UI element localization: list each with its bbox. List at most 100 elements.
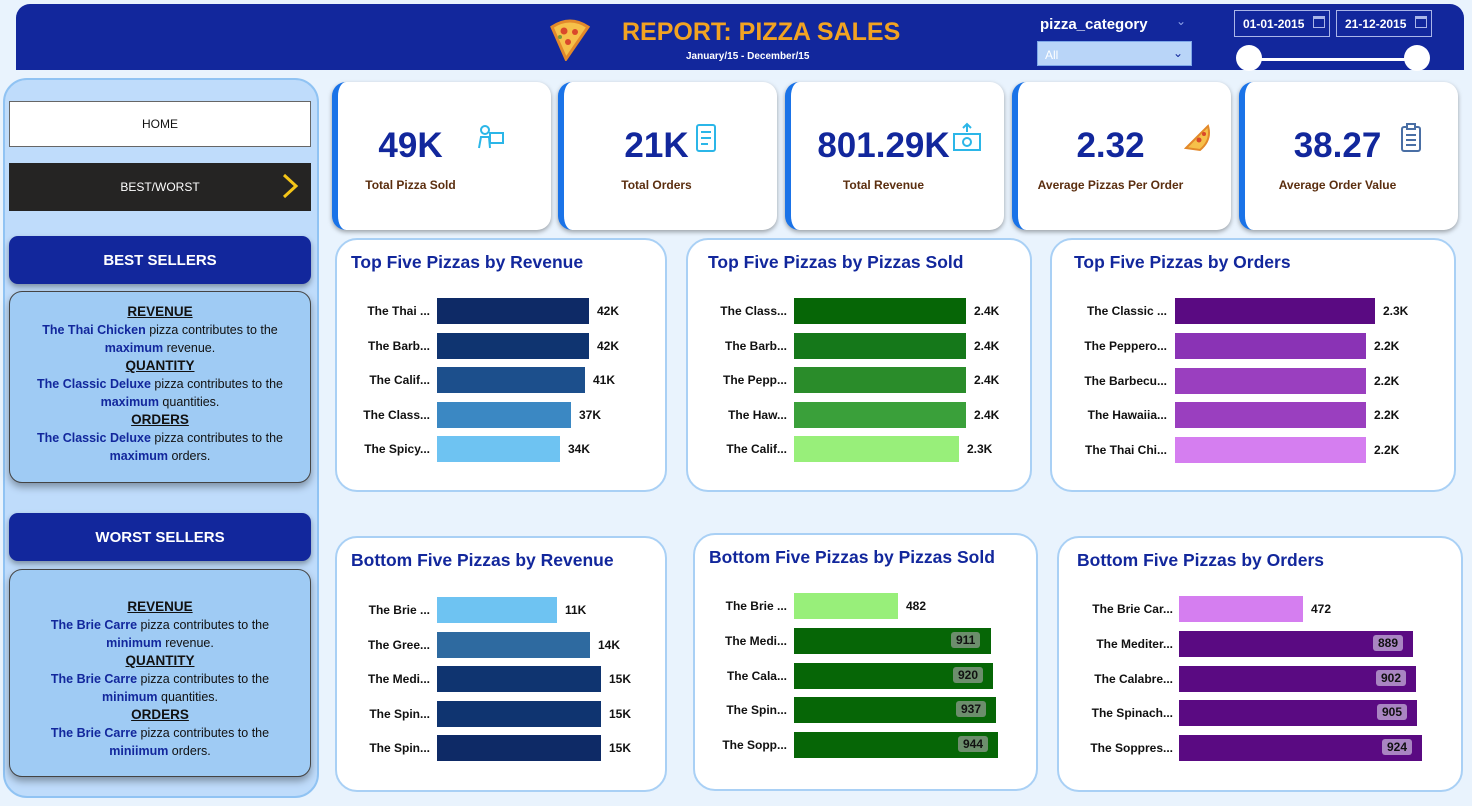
bar-value-label: 2.2K — [1374, 374, 1400, 388]
bar[interactable] — [794, 333, 966, 359]
kpi-card-average-pizzas-per-order: 2.32 Average Pizzas Per Order — [1012, 82, 1231, 230]
bar[interactable] — [437, 402, 571, 428]
revenue-heading: REVENUE — [127, 304, 193, 319]
bar[interactable] — [794, 402, 966, 428]
bar-value-label: 2.2K — [1374, 339, 1400, 353]
bar[interactable] — [794, 436, 959, 462]
bar[interactable] — [1175, 298, 1375, 324]
bar[interactable] — [794, 298, 966, 324]
best-sellers-summary: REVENUE The Thai Chicken pizza contribut… — [9, 291, 311, 483]
bar-category-label: The Brie Car... — [1092, 602, 1173, 616]
report-title: REPORT: PIZZA SALES — [622, 18, 901, 46]
bar-value-label: 2.4K — [974, 339, 1000, 353]
bar[interactable] — [1175, 402, 1366, 428]
bar[interactable] — [437, 367, 585, 393]
best-worst-button[interactable]: BEST/WORST — [9, 163, 311, 211]
bar-value-label: 34K — [568, 442, 591, 456]
pizza-name: The Classic Deluxe — [37, 431, 151, 445]
bar-category-label: The Haw... — [728, 408, 787, 422]
bar-value-label: 944 — [958, 736, 989, 752]
quantity-heading: QUANTITY — [125, 653, 195, 668]
bar-category-label: The Calif... — [726, 442, 787, 456]
kpi-card-total-revenue: 801.29K Total Revenue — [785, 82, 1004, 230]
bar-value-label: 14K — [598, 638, 621, 652]
kpi-label: Average Pizzas Per Order — [1037, 178, 1184, 192]
bar-value-label: 889 — [1373, 635, 1404, 651]
slider-end-handle[interactable] — [1404, 45, 1430, 71]
category-filter-label: pizza_category — [1040, 16, 1148, 33]
bar[interactable] — [794, 367, 966, 393]
calendar-icon[interactable] — [1415, 16, 1427, 28]
orders-heading: ORDERS — [131, 412, 189, 427]
bar[interactable] — [1175, 437, 1366, 463]
bar[interactable] — [437, 333, 589, 359]
pizza-icon — [550, 19, 591, 61]
kpi-label: Average Order Value — [1278, 178, 1397, 192]
worst-sellers-button[interactable]: WORST SELLERS — [9, 513, 311, 561]
bar-category-label: The Spin... — [726, 703, 787, 717]
start-date-value: 01-01-2015 — [1243, 17, 1305, 31]
text: quantities. — [157, 690, 219, 704]
start-date-input[interactable]: 01-01-2015 — [1234, 10, 1330, 37]
kpi-card-average-order-value: 38.27 Average Order Value — [1239, 82, 1458, 230]
bar-category-label: The Brie ... — [725, 599, 787, 613]
home-button[interactable]: HOME — [9, 101, 311, 147]
best-worst-label: BEST/WORST — [120, 180, 200, 194]
calendar-icon[interactable] — [1313, 16, 1325, 28]
end-date-input[interactable]: 21-12-2015 — [1336, 10, 1432, 37]
chart-title: Bottom Five Pizzas by Orders — [1077, 550, 1325, 570]
bar[interactable] — [437, 436, 560, 462]
bar-category-label: The Cala... — [726, 669, 787, 683]
bar-value-label: 2.2K — [1374, 408, 1400, 422]
clipboard-icon — [1401, 123, 1421, 152]
bar[interactable] — [1175, 333, 1366, 359]
keyword: miniimum — [109, 744, 169, 758]
bar-category-label: The Gree... — [367, 638, 430, 652]
pizza-slice-icon — [1183, 124, 1210, 152]
quantity-heading: QUANTITY — [125, 358, 195, 373]
bar[interactable] — [437, 735, 601, 761]
text: pizza contributes to the — [150, 431, 283, 445]
quantity-text: The Brie Carre pizza contributes to the … — [10, 670, 310, 706]
bar[interactable] — [1179, 596, 1303, 622]
bar-category-label: The Barbecu... — [1084, 374, 1167, 388]
category-select[interactable]: All ⌄ — [1037, 41, 1192, 66]
pizza-name: The Brie Carre — [50, 672, 138, 686]
bar[interactable] — [437, 298, 589, 324]
quantity-text: The Classic Deluxe pizza contributes to … — [10, 375, 310, 411]
bar-category-label: The Spinach... — [1091, 706, 1173, 720]
text: revenue. — [161, 636, 214, 650]
chart-title: Top Five Pizzas by Orders — [1074, 252, 1291, 272]
text: quantities. — [158, 395, 220, 409]
bar-value-label: 15K — [609, 707, 632, 721]
chart-title: Top Five Pizzas by Pizzas Sold — [708, 252, 964, 272]
bar-category-label: The Calif... — [369, 373, 430, 387]
bar-value-label: 41K — [593, 373, 616, 387]
revenue-heading: REVENUE — [127, 599, 193, 614]
best-sellers-button[interactable]: BEST SELLERS — [9, 236, 311, 284]
bar[interactable] — [437, 701, 601, 727]
bar[interactable] — [437, 632, 590, 658]
chevron-down-icon[interactable]: ⌄ — [1176, 14, 1186, 28]
bar[interactable] — [437, 597, 557, 623]
bar-value-label: 2.3K — [967, 442, 993, 456]
bar-category-label: The Medi... — [367, 672, 430, 686]
bar-value-label: 37K — [579, 408, 602, 422]
pizza-name: The Classic Deluxe — [37, 377, 151, 391]
category-select-value: All — [1045, 48, 1059, 62]
chart-title: Bottom Five Pizzas by Pizzas Sold — [709, 547, 995, 567]
bar[interactable] — [437, 666, 601, 692]
kpi-label: Total Revenue — [842, 178, 925, 192]
bar-value-label: 911 — [951, 632, 981, 648]
keyword: minimum — [101, 690, 158, 704]
revenue-text: The Thai Chicken pizza contributes to th… — [10, 321, 310, 357]
bar[interactable] — [794, 593, 898, 619]
bar[interactable] — [1175, 368, 1366, 394]
slider-start-handle[interactable] — [1236, 45, 1262, 71]
bar-category-label: The Thai Chi... — [1084, 443, 1167, 457]
bar-category-label: The Sopp... — [722, 738, 787, 752]
bar-value-label: 2.3K — [1383, 304, 1409, 318]
bar-category-label: The Spin... — [369, 707, 430, 721]
date-range-slider[interactable] — [1248, 58, 1418, 61]
orders-heading: ORDERS — [131, 707, 189, 722]
